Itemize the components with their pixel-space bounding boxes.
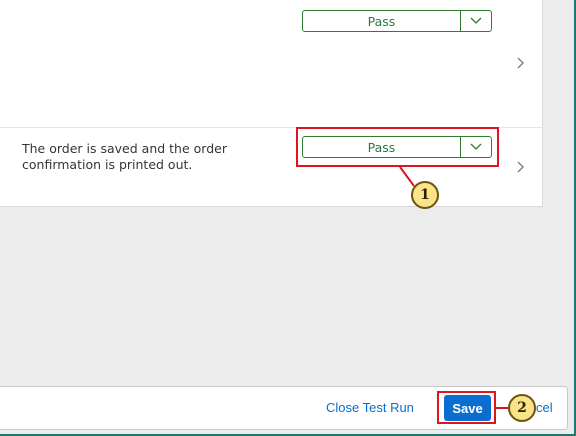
step-2-navigation[interactable] xyxy=(517,158,525,177)
step-1-result-select[interactable]: Pass xyxy=(302,10,492,32)
step-1-navigation[interactable] xyxy=(517,54,525,73)
chevron-right-icon xyxy=(517,161,524,173)
step-2-expected-result: The order is saved and the order confirm… xyxy=(22,141,227,172)
chevron-right-icon xyxy=(517,57,524,69)
callout-2: 2 xyxy=(508,394,536,422)
callout-1: 1 xyxy=(411,181,439,209)
cancel-button[interactable]: cel xyxy=(536,400,553,415)
callout-1-connector xyxy=(399,166,415,187)
close-test-run-button[interactable]: Close Test Run xyxy=(326,400,414,415)
step-1-result-value: Pass xyxy=(367,13,396,29)
test-steps-table: Pass The order is saved and the order co… xyxy=(0,0,543,207)
highlight-step-2-result xyxy=(296,127,499,167)
highlight-save-button xyxy=(437,391,496,424)
chevron-down-icon[interactable] xyxy=(460,11,491,31)
